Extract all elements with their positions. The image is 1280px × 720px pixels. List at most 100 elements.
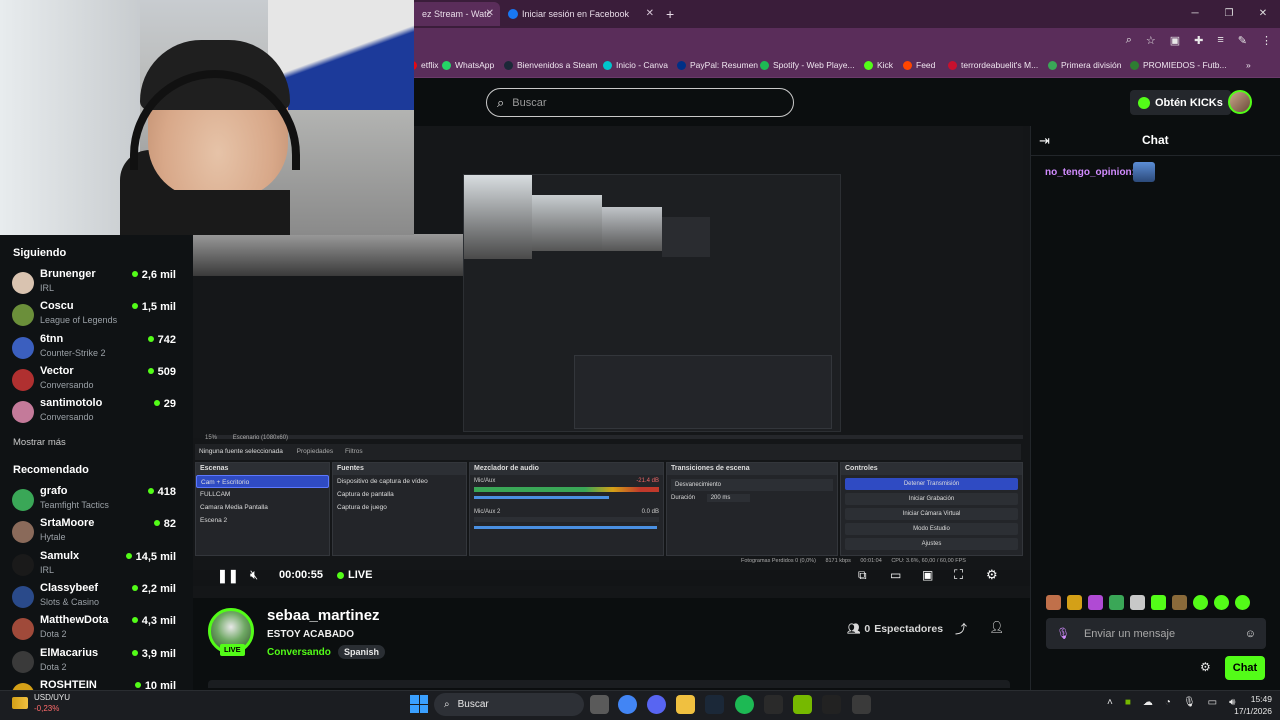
chrome-icon[interactable] (618, 695, 637, 714)
studio-mode-button[interactable]: Modo Estudio (845, 523, 1018, 535)
sidebar-channel[interactable]: MatthewDota Dota 2 4,3 mil (12, 614, 182, 644)
settings-gear-icon[interactable]: ⚙ (986, 567, 998, 583)
share-icon[interactable]: ⤴ (955, 620, 967, 637)
new-tab-button[interactable]: + (666, 2, 674, 26)
emote-icon[interactable] (1235, 595, 1250, 610)
bookmark-item[interactable]: Primera división (1048, 60, 1121, 70)
bookmark-item[interactable]: WhatsApp (442, 60, 494, 70)
scene-item[interactable]: Cam + Escritorio (196, 475, 329, 488)
extension-icon[interactable]: ▣ (1170, 34, 1180, 47)
microphone-icon[interactable]: 🎙︎ (1056, 627, 1070, 640)
tab-stream[interactable]: ez Stream - Watc ✕ (410, 2, 500, 26)
bookmark-item[interactable]: PayPal: Resumen (677, 60, 758, 70)
maximize-icon[interactable]: ❐ (1212, 0, 1246, 28)
sidebar-channel[interactable]: SrtaMoore Hytale 82 (12, 517, 182, 547)
fullscreen-icon[interactable]: ⛶ (954, 567, 963, 583)
collapse-chat-icon[interactable]: ⇥ (1039, 133, 1050, 149)
currency-widget[interactable]: USD/UYU -0,23% (12, 692, 70, 714)
language-tag[interactable]: Spanish (338, 645, 386, 659)
clip-icon[interactable]: ⧉ (858, 568, 867, 583)
stop-stream-button[interactable]: Detener Transmisión (845, 478, 1018, 490)
stream-category[interactable]: Conversando (267, 647, 331, 658)
emote-icon[interactable] (1046, 595, 1061, 610)
windows-start-icon[interactable] (410, 695, 428, 713)
emote-icon[interactable] (1067, 595, 1082, 610)
close-window-icon[interactable]: ✕ (1246, 0, 1280, 28)
duration-input[interactable]: 200 ms (706, 494, 751, 502)
emote-icon[interactable] (1088, 595, 1103, 610)
sidebar-channel[interactable]: 6tnn Counter-Strike 2 742 (12, 333, 182, 363)
tab-facebook[interactable]: Iniciar sesión en Facebook ✕ (504, 2, 660, 26)
kick-app-icon[interactable] (822, 695, 841, 714)
channel-name[interactable]: sebaa_martinez (267, 607, 380, 624)
chevron-up-icon[interactable]: ˄ (1107, 697, 1113, 708)
wifi-icon[interactable]: ◔ (1165, 697, 1171, 708)
folder-icon[interactable] (676, 695, 695, 714)
chat-input[interactable]: 🎙︎ Enviar un mensaje ☺ (1046, 618, 1266, 649)
more-icon[interactable]: ⋮ (1261, 34, 1272, 47)
theatre-mode-icon[interactable]: ▭ (890, 568, 901, 582)
spotify-icon[interactable] (735, 695, 754, 714)
bookmark-item[interactable]: PROMIEDOS - Futb... (1130, 60, 1227, 70)
chat-settings-icon[interactable]: ⚙ (1200, 660, 1211, 674)
scene-item[interactable]: FULLCAM (196, 488, 329, 501)
pip-icon[interactable]: ▣ (922, 568, 933, 582)
emote-icon[interactable] (1130, 595, 1145, 610)
bookmark-item[interactable]: Feed (903, 60, 935, 70)
start-recording-button[interactable]: Iniciar Grabación (845, 493, 1018, 505)
filters-tab[interactable]: Filtros (345, 448, 363, 455)
sidebar-channel[interactable]: grafo Teamfight Tactics 418 (12, 485, 182, 515)
minimize-icon[interactable]: ─ (1178, 0, 1212, 28)
properties-tab[interactable]: Propiedades (297, 448, 334, 455)
star-icon[interactable]: ☆ (1146, 34, 1156, 47)
bookmark-overflow-icon[interactable]: » (1246, 60, 1251, 70)
bookmark-item[interactable]: Bienvenidos a Steam (504, 60, 597, 70)
scene-item[interactable]: Escena 2 (196, 514, 329, 527)
sidebar-channel[interactable]: Vector Conversando 509 (12, 365, 182, 395)
menu-list-icon[interactable]: ≡ (1217, 34, 1223, 47)
sidebar-channel[interactable]: santimotolo Conversando 29 (12, 397, 182, 427)
emote-icon[interactable] (1151, 595, 1166, 610)
obs-icon[interactable] (852, 695, 871, 714)
puzzle-icon[interactable]: ✚ (1194, 34, 1203, 47)
zoom-icon[interactable]: ⌕ (1126, 34, 1132, 47)
emoji-icon[interactable]: ☺ (1245, 628, 1256, 640)
sidebar-channel[interactable]: Brunenger IRL 2,6 mil (12, 268, 182, 298)
bookmark-item[interactable]: Spotify - Web Playe... (760, 60, 855, 70)
pause-icon[interactable]: ❚❚ (217, 568, 239, 584)
bookmark-item[interactable]: Inicio - Canva (603, 60, 668, 70)
file-explorer-icon[interactable] (590, 695, 609, 714)
emote-icon[interactable] (1214, 595, 1229, 610)
close-icon[interactable]: ✕ (646, 2, 654, 26)
search-input[interactable]: ⌕ Buscar (486, 88, 794, 117)
volume-slider[interactable] (474, 526, 658, 529)
taskbar-clock[interactable]: 15:49 17/1/2026 (1228, 693, 1272, 717)
bookmark-item[interactable]: Kick (864, 60, 893, 70)
mute-icon[interactable]: 🔇︎ (250, 567, 258, 583)
transition-select[interactable]: Desvanecimiento (671, 479, 833, 491)
source-item[interactable]: Dispositivo de captura de vídeo (333, 475, 466, 488)
chat-message-user[interactable]: no_tengo_opinion: (1045, 167, 1135, 178)
discord-icon[interactable] (647, 695, 666, 714)
source-item[interactable]: Captura de juego (333, 501, 466, 514)
emote-icon[interactable] (1172, 595, 1187, 610)
steam-icon[interactable] (705, 695, 724, 714)
microphone-icon[interactable]: 🎙︎ (1183, 697, 1196, 708)
onedrive-icon[interactable]: ☁ (1143, 697, 1153, 708)
sidebar-channel[interactable]: ElMacarius Dota 2 3,9 mil (12, 647, 182, 677)
bookmark-item[interactable]: terrordeabuelit's M... (948, 60, 1038, 70)
sidebar-channel[interactable]: Samulx IRL 14,5 mil (12, 550, 182, 580)
user-avatar[interactable] (1228, 90, 1252, 114)
show-more-button[interactable]: Mostrar más (13, 437, 66, 448)
close-icon[interactable]: ✕ (486, 2, 494, 26)
follow-icon[interactable]: 👤︎ (989, 620, 1004, 634)
source-item[interactable]: Captura de pantalla (333, 488, 466, 501)
get-kicks-button[interactable]: Obtén KICKs (1130, 90, 1231, 115)
scene-item[interactable]: Camara Media Pantalla (196, 501, 329, 514)
sidebar-channel[interactable]: Classybeef Slots & Casino 2,2 mil (12, 582, 182, 612)
nvidia-app-icon[interactable] (793, 695, 812, 714)
settings-button[interactable]: Ajustes (845, 538, 1018, 550)
pen-icon[interactable]: ✎ (1238, 34, 1247, 47)
sidebar-channel[interactable]: Coscu League of Legends 1,5 mil (12, 300, 182, 330)
epic-games-icon[interactable] (764, 695, 783, 714)
